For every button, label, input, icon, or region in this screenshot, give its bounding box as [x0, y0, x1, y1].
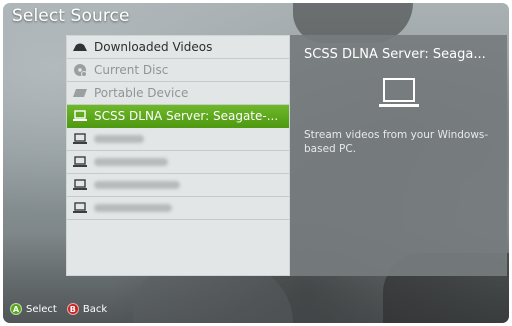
- laptop-icon: [72, 109, 88, 123]
- source-item-label: Current Disc: [94, 63, 169, 77]
- b-button-icon: B: [66, 303, 79, 315]
- source-item-current-disc[interactable]: Current Disc: [67, 59, 289, 82]
- source-item-portable-device[interactable]: Portable Device: [67, 82, 289, 105]
- source-list: Downloaded Videos Current Disc Portable …: [66, 35, 290, 276]
- source-item-blurred[interactable]: [67, 174, 289, 197]
- source-item-blurred[interactable]: [67, 151, 289, 174]
- source-item-dlna-server[interactable]: SCSS DLNA Server: Seagate-...: [67, 105, 289, 128]
- detail-panel: SCSS DLNA Server: Seaga... Stream videos…: [290, 35, 507, 276]
- source-item-downloaded-videos[interactable]: Downloaded Videos: [67, 36, 289, 59]
- laptop-icon: [72, 132, 88, 146]
- source-item-blurred[interactable]: [67, 128, 289, 151]
- source-item-label: Portable Device: [94, 86, 189, 100]
- source-item-label: Downloaded Videos: [94, 40, 213, 54]
- laptop-icon: [72, 201, 88, 215]
- portable-device-icon: [72, 86, 88, 100]
- disc-icon: [72, 63, 88, 77]
- detail-description: Stream videos from your Windows-based PC…: [304, 129, 489, 155]
- redacted-label: [94, 181, 180, 189]
- a-button-icon: A: [10, 303, 22, 315]
- redacted-label: [94, 204, 172, 212]
- redacted-label: [94, 135, 144, 143]
- laptop-icon: [72, 155, 88, 169]
- detail-title: SCSS DLNA Server: Seaga...: [304, 47, 486, 62]
- laptop-icon: [72, 178, 88, 192]
- back-hint[interactable]: Back: [83, 304, 107, 315]
- source-item-blurred[interactable]: [67, 197, 289, 220]
- button-legend: A Select B Back: [10, 303, 117, 315]
- downloads-icon: [72, 40, 88, 54]
- source-item-label: SCSS DLNA Server: Seagate-...: [94, 109, 279, 123]
- page-title: Select Source: [12, 6, 130, 26]
- laptop-icon: [378, 77, 420, 115]
- select-hint[interactable]: Select: [26, 304, 57, 315]
- redacted-label: [94, 158, 168, 166]
